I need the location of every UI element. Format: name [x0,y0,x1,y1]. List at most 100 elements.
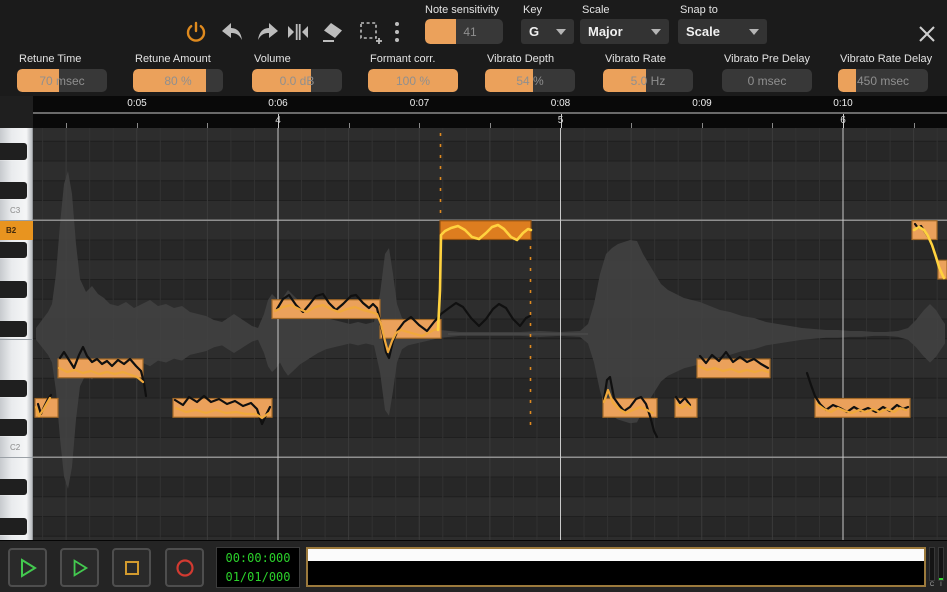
scale-dropdown[interactable]: Major [580,19,669,44]
bar-tick [561,114,562,128]
note-selected[interactable] [440,221,531,240]
white-key-separator [0,220,33,221]
record-icon [174,557,196,579]
param-slider-vibrato-rate-delay[interactable]: 450 msec [838,69,928,92]
note[interactable] [380,320,441,339]
bar-tick [278,114,279,128]
white-key-separator [0,457,33,458]
piano-key-black[interactable] [0,143,27,160]
undo-icon [220,21,244,43]
piano-key-black[interactable] [0,479,27,496]
param-slider-vibrato-rate[interactable]: 5.0 Hz [603,69,693,92]
time-tick-label: 0:06 [268,98,287,109]
pitch-editor-app: Note sensitivity 41 Key G Scale Major Sn… [0,0,947,592]
param-slider-volume[interactable]: 0.0 dB [252,69,342,92]
time-bars: 01/01/000 [217,568,299,587]
marquee-select-button[interactable] [355,18,385,46]
timeline-ruler[interactable]: 0:050:060:070:080:090:10456 [33,96,947,128]
undo-button[interactable] [217,18,247,46]
redo-icon [256,21,280,43]
key-value: G [529,24,548,39]
pitch-grid[interactable] [33,128,947,540]
param-value: 450 msec [838,69,928,92]
note-sensitivity-label: Note sensitivity [425,4,499,16]
note-sensitivity-value: 41 [425,19,503,44]
param-slider-vibrato-pre-delay[interactable]: 0 msec [722,69,812,92]
piano-key-label: C2 [10,443,20,452]
meter-label-i: I [938,582,944,588]
note-sensitivity-slider[interactable]: 41 [425,19,503,44]
piano-keyboard[interactable]: C3B2C2 [0,128,33,540]
piano-key-black[interactable] [0,242,27,259]
param-label: Retune Time [19,53,81,65]
time-display: 00:00:000 01/01/000 [216,547,300,588]
play-icon [70,558,90,578]
split-note-button[interactable] [283,18,313,46]
param-label: Vibrato Rate [605,53,666,65]
piano-key-black[interactable] [0,281,27,298]
piano-key-highlighted[interactable]: B2 [0,220,33,240]
time-tick-label: 0:09 [692,98,711,109]
snap-to-value: Scale [686,24,741,39]
overview-waveform [308,549,924,561]
key-label: Key [523,4,542,16]
param-value: 5.0 Hz [603,69,693,92]
param-label: Vibrato Rate Delay [840,53,932,65]
transport-bar: 00:00:000 01/01/000 C I [0,540,947,592]
param-value: 100 % [368,69,458,92]
play-icon [17,557,39,579]
meter-label-c: C [929,582,935,588]
param-label: Retune Amount [135,53,211,65]
param-slider-retune-time[interactable]: 70 msec [17,69,107,92]
play-button[interactable] [8,548,47,587]
stop-button[interactable] [112,548,151,587]
scale-label: Scale [582,4,610,16]
eraser-button[interactable] [318,18,348,46]
record-button[interactable] [165,548,204,587]
redo-button[interactable] [253,18,283,46]
piano-key-black[interactable] [0,419,27,436]
level-meter-i [938,547,944,581]
ruler-corner [0,96,33,128]
param-value: 70 msec [17,69,107,92]
meter-tick [939,578,943,580]
time-tick-label: 0:08 [551,98,570,109]
parameter-row: Retune Time 70 msec Retune Amount 80 % Volum… [0,48,947,96]
close-icon [917,24,937,44]
ruler-separator [33,112,947,114]
param-slider-retune-amount[interactable]: 80 % [133,69,223,92]
param-slider-formant-corr-[interactable]: 100 % [368,69,458,92]
play-from-start-button[interactable] [60,548,99,587]
scale-value: Major [588,24,643,39]
marquee-select-icon [358,20,382,44]
key-dropdown[interactable]: G [521,19,574,44]
toolbar: Note sensitivity 41 Key G Scale Major Sn… [0,0,947,48]
param-value: 80 % [133,69,223,92]
snap-to-dropdown[interactable]: Scale [678,19,767,44]
white-key-separator [0,339,33,340]
snap-to-label: Snap to [680,4,718,16]
param-label: Volume [254,53,291,65]
overview-waveform-strip[interactable] [306,547,926,587]
time-tick-label: 0:10 [833,98,852,109]
close-button[interactable] [912,20,942,48]
param-label: Formant corr. [370,53,435,65]
param-value: 54 % [485,69,575,92]
chevron-down-icon [651,29,661,35]
piano-key-black[interactable] [0,380,27,397]
param-slider-vibrato-depth[interactable]: 54 % [485,69,575,92]
chevron-down-icon [749,29,759,35]
power-button[interactable] [181,18,211,46]
piano-key-black[interactable] [0,321,27,338]
bar-tick [843,114,844,128]
split-note-icon [286,22,310,42]
stop-icon [122,558,142,578]
param-value: 0 msec [722,69,812,92]
level-meter-c [929,547,935,581]
piano-key-black[interactable] [0,518,27,535]
more-options-button[interactable] [389,18,405,46]
chevron-down-icon [556,29,566,35]
param-label: Vibrato Pre Delay [724,53,810,65]
power-icon [184,20,208,44]
piano-key-black[interactable] [0,182,27,199]
